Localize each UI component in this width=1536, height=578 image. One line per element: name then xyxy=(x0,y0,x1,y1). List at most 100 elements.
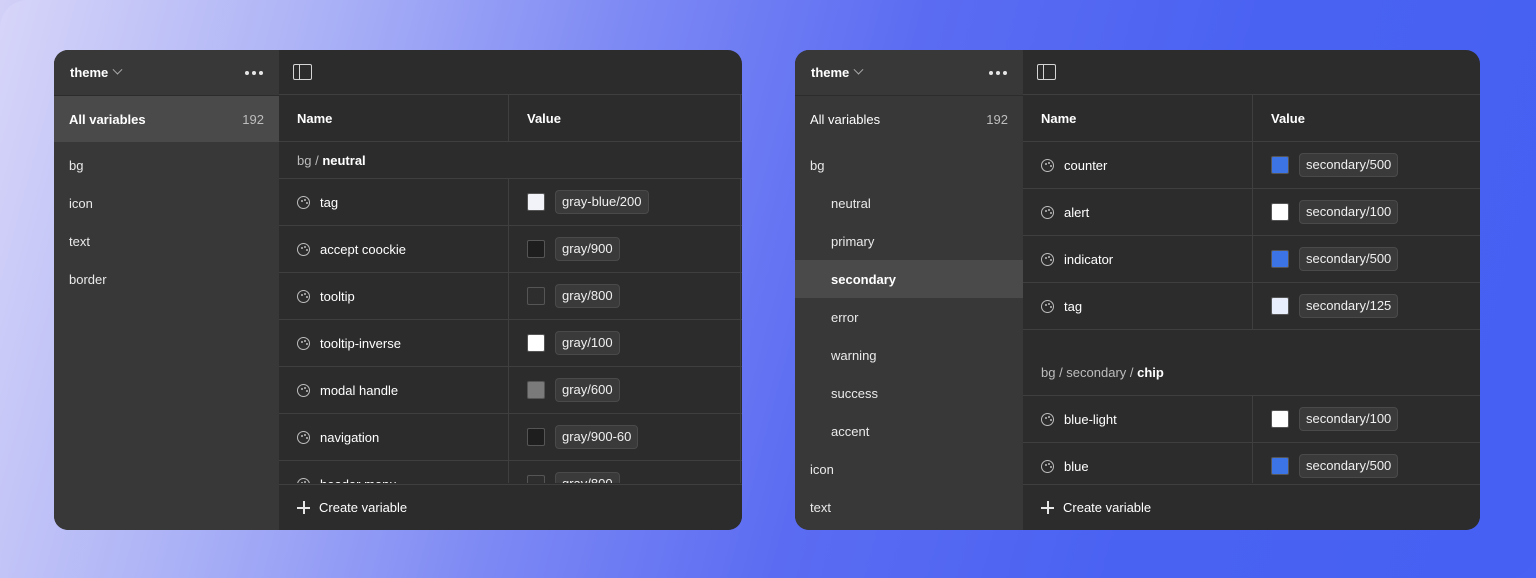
table-row[interactable]: tag secondary/125 xyxy=(1023,283,1480,330)
sidebar-toggle-icon[interactable] xyxy=(1037,64,1056,80)
variable-value-cell[interactable]: secondary/100 xyxy=(1253,396,1480,442)
table-row[interactable]: tooltip gray/800 xyxy=(279,273,742,320)
color-swatch[interactable] xyxy=(1271,410,1289,428)
variable-name-cell[interactable]: tag xyxy=(1023,283,1253,329)
table-row[interactable]: accept coockie gray/900 xyxy=(279,226,742,273)
table-row[interactable]: tag gray-blue/200 xyxy=(279,179,742,226)
table-toolbar xyxy=(1023,50,1480,95)
plus-icon xyxy=(297,501,310,514)
color-swatch[interactable] xyxy=(1271,156,1289,174)
variable-name-cell[interactable]: header menu xyxy=(279,461,509,483)
sidebar-item-text[interactable]: text xyxy=(795,488,1023,526)
variable-value-cell[interactable]: secondary/500 xyxy=(1253,443,1480,483)
variable-name-cell[interactable]: indicator xyxy=(1023,236,1253,282)
variable-value-cell[interactable]: gray/800 xyxy=(509,461,741,483)
alias-chip[interactable]: gray/900-60 xyxy=(555,425,639,449)
variable-value-cell[interactable]: gray/100 xyxy=(509,320,741,366)
collection-title[interactable]: theme xyxy=(811,65,849,80)
color-swatch[interactable] xyxy=(1271,457,1289,475)
table-row[interactable]: tooltip-inverse gray/100 xyxy=(279,320,742,367)
color-swatch[interactable] xyxy=(527,287,545,305)
variable-name-cell[interactable]: counter xyxy=(1023,142,1253,188)
sidebar-item-neutral[interactable]: neutral xyxy=(795,184,1023,222)
variable-name: tooltip-inverse xyxy=(320,335,401,351)
all-variables-item[interactable]: All variables 192 xyxy=(54,96,279,142)
variable-name-cell[interactable]: navigation xyxy=(279,414,509,460)
sidebar-item-border[interactable]: border xyxy=(54,260,279,298)
alias-chip[interactable]: secondary/100 xyxy=(1299,200,1399,224)
sidebar-item-warning[interactable]: warning xyxy=(795,336,1023,374)
variable-value-cell[interactable]: gray/900 xyxy=(509,226,741,272)
color-variable-icon xyxy=(297,289,310,303)
sidebar-item-primary[interactable]: primary xyxy=(795,222,1023,260)
alias-chip[interactable]: secondary/100 xyxy=(1299,407,1399,431)
color-swatch[interactable] xyxy=(527,475,545,483)
variable-name-cell[interactable]: alert xyxy=(1023,189,1253,235)
color-swatch[interactable] xyxy=(527,240,545,258)
sidebar-item-icon[interactable]: icon xyxy=(54,184,279,222)
group-header: bg / secondary / chip xyxy=(1023,330,1480,396)
color-swatch[interactable] xyxy=(527,193,545,211)
collections-sidebar: theme All variables 192 bg neutral primary… xyxy=(795,50,1023,530)
chevron-down-icon[interactable] xyxy=(853,64,864,75)
more-options-icon[interactable] xyxy=(245,70,263,75)
variable-name-cell[interactable]: tooltip-inverse xyxy=(279,320,509,366)
table-row[interactable]: header menu gray/800 xyxy=(279,461,742,483)
alias-chip[interactable]: gray/600 xyxy=(555,378,620,402)
sidebar-item-bg[interactable]: bg xyxy=(54,146,279,184)
color-variable-icon xyxy=(297,477,310,483)
sidebar-item-text[interactable]: text xyxy=(54,222,279,260)
variable-value-cell[interactable]: secondary/500 xyxy=(1253,236,1480,282)
variable-name-cell[interactable]: tooltip xyxy=(279,273,509,319)
chevron-down-icon[interactable] xyxy=(112,64,123,75)
variable-name-cell[interactable]: blue xyxy=(1023,443,1253,483)
sidebar-toggle-icon[interactable] xyxy=(293,64,312,80)
sidebar-item-secondary[interactable]: secondary xyxy=(795,260,1023,298)
table-row[interactable]: indicator secondary/500 xyxy=(1023,236,1480,283)
table-row[interactable]: modal handle gray/600 xyxy=(279,367,742,414)
variable-value-cell[interactable]: gray-blue/200 xyxy=(509,179,741,225)
sidebar-item-bg[interactable]: bg xyxy=(795,146,1023,184)
more-options-icon[interactable] xyxy=(989,70,1007,75)
sidebar-item-error[interactable]: error xyxy=(795,298,1023,336)
color-swatch[interactable] xyxy=(1271,297,1289,315)
table-row[interactable]: blue-light secondary/100 xyxy=(1023,396,1480,443)
color-swatch[interactable] xyxy=(527,428,545,446)
variable-value-cell[interactable]: gray/800 xyxy=(509,273,741,319)
variable-value-cell[interactable]: secondary/100 xyxy=(1253,189,1480,235)
variable-name-cell[interactable]: accept coockie xyxy=(279,226,509,272)
sidebar-item-icon[interactable]: icon xyxy=(795,450,1023,488)
alias-chip[interactable]: gray/800 xyxy=(555,284,620,308)
table-row[interactable]: alert secondary/100 xyxy=(1023,189,1480,236)
alias-chip[interactable]: gray/800 xyxy=(555,472,620,483)
table-row[interactable]: blue secondary/500 xyxy=(1023,443,1480,483)
alias-chip[interactable]: gray/100 xyxy=(555,331,620,355)
variable-value-cell[interactable]: gray/900-60 xyxy=(509,414,741,460)
alias-chip[interactable]: secondary/125 xyxy=(1299,294,1399,318)
color-swatch[interactable] xyxy=(527,381,545,399)
variable-value-cell[interactable]: gray/600 xyxy=(509,367,741,413)
create-variable-button[interactable]: Create variable xyxy=(279,484,742,530)
alias-chip[interactable]: secondary/500 xyxy=(1299,247,1399,271)
table-row[interactable]: navigation gray/900-60 xyxy=(279,414,742,461)
variable-value-cell[interactable]: secondary/125 xyxy=(1253,283,1480,329)
alias-chip[interactable]: secondary/500 xyxy=(1299,454,1399,478)
all-variables-item[interactable]: All variables 192 xyxy=(795,96,1023,142)
collection-title[interactable]: theme xyxy=(70,65,108,80)
alias-chip[interactable]: gray/900 xyxy=(555,237,620,261)
color-swatch[interactable] xyxy=(1271,250,1289,268)
variable-name-cell[interactable]: blue-light xyxy=(1023,396,1253,442)
table-row[interactable]: counter secondary/500 xyxy=(1023,142,1480,189)
create-variable-button[interactable]: Create variable xyxy=(1023,484,1480,530)
color-swatch[interactable] xyxy=(527,334,545,352)
variable-name: tag xyxy=(320,194,339,210)
variable-name: tooltip xyxy=(320,288,355,304)
alias-chip[interactable]: secondary/500 xyxy=(1299,153,1399,177)
alias-chip[interactable]: gray-blue/200 xyxy=(555,190,649,214)
sidebar-item-success[interactable]: success xyxy=(795,374,1023,412)
variable-name-cell[interactable]: tag xyxy=(279,179,509,225)
sidebar-item-accent[interactable]: accent xyxy=(795,412,1023,450)
variable-name-cell[interactable]: modal handle xyxy=(279,367,509,413)
color-swatch[interactable] xyxy=(1271,203,1289,221)
variable-value-cell[interactable]: secondary/500 xyxy=(1253,142,1480,188)
